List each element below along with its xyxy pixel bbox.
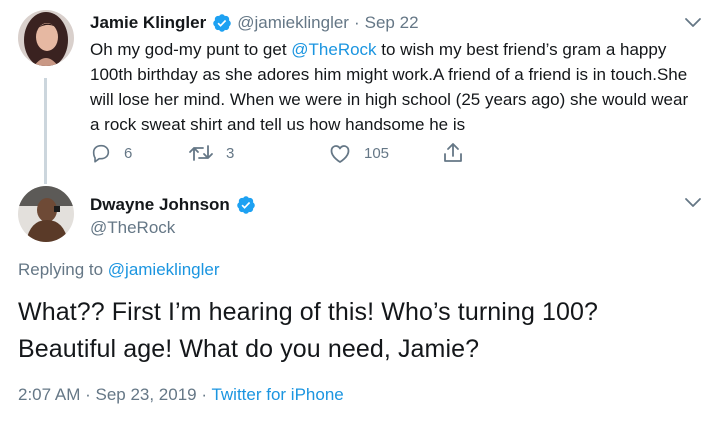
share-button[interactable] (442, 140, 476, 166)
thread-connector-line (44, 78, 47, 184)
avatar-jamie[interactable] (18, 10, 74, 66)
like-button[interactable]: 105 (328, 140, 389, 166)
retweet-count: 3 (226, 144, 235, 162)
replying-to-line: Replying to @jamieklingler (18, 260, 220, 280)
verified-badge-icon (236, 195, 256, 215)
like-count: 105 (364, 144, 390, 162)
meta-separator: · (80, 385, 96, 404)
tweet1-text-part1: Oh my god-my punt to get (90, 40, 292, 59)
tweet1-date[interactable]: Sep 22 (365, 13, 419, 33)
meta-separator: · (196, 385, 212, 404)
replying-to-mention-link[interactable]: @jamieklingler (108, 260, 220, 279)
tweet2-author-name[interactable]: Dwayne Johnson (90, 195, 230, 215)
reply-count: 6 (124, 144, 133, 162)
mention-therock-link[interactable]: @TheRock (291, 40, 376, 59)
tweet2-time[interactable]: 2:07 AM (18, 385, 80, 404)
tweet1-action-bar: 6 3 105 (90, 140, 490, 166)
tweet2-meta: 2:07 AM · Sep 23, 2019 · Twitter for iPh… (18, 385, 344, 405)
replying-to-prefix: Replying to (18, 260, 108, 279)
tweet2-text-line1: What?? First I’m hearing of this! Who’s … (18, 298, 599, 326)
tweet2-author-handle[interactable]: @TheRock (90, 218, 175, 238)
chevron-down-icon[interactable] (683, 196, 703, 210)
heart-icon (330, 145, 350, 163)
tweet2-header: Dwayne Johnson (90, 193, 261, 217)
reply-icon (92, 144, 110, 163)
avatar-dwayne[interactable] (18, 186, 74, 242)
tweet2-date[interactable]: Sep 23, 2019 (95, 385, 196, 404)
tweet1-text: Oh my god-my punt to get @TheRock to wis… (90, 37, 690, 137)
tweet2-text-line2: Beautiful age! What do you need, Jamie? (18, 335, 480, 363)
verified-badge-icon (212, 13, 232, 33)
tweet2-text: What?? First I’m hearing of this! Who’s … (18, 294, 708, 368)
retweet-icon (189, 145, 213, 161)
tweet1-author-handle[interactable]: @jamieklingler (237, 13, 349, 33)
tweet1-author-name[interactable]: Jamie Klingler (90, 13, 206, 33)
tweet1-header: Jamie Klingler @jamieklingler · Sep 22 (90, 12, 419, 34)
share-icon (444, 143, 462, 162)
reply-button[interactable]: 6 (90, 140, 132, 166)
tweet2-source-link[interactable]: Twitter for iPhone (211, 385, 343, 404)
retweet-button[interactable]: 3 (188, 140, 234, 166)
header-separator: · (353, 13, 360, 32)
chevron-down-icon[interactable] (683, 16, 703, 30)
